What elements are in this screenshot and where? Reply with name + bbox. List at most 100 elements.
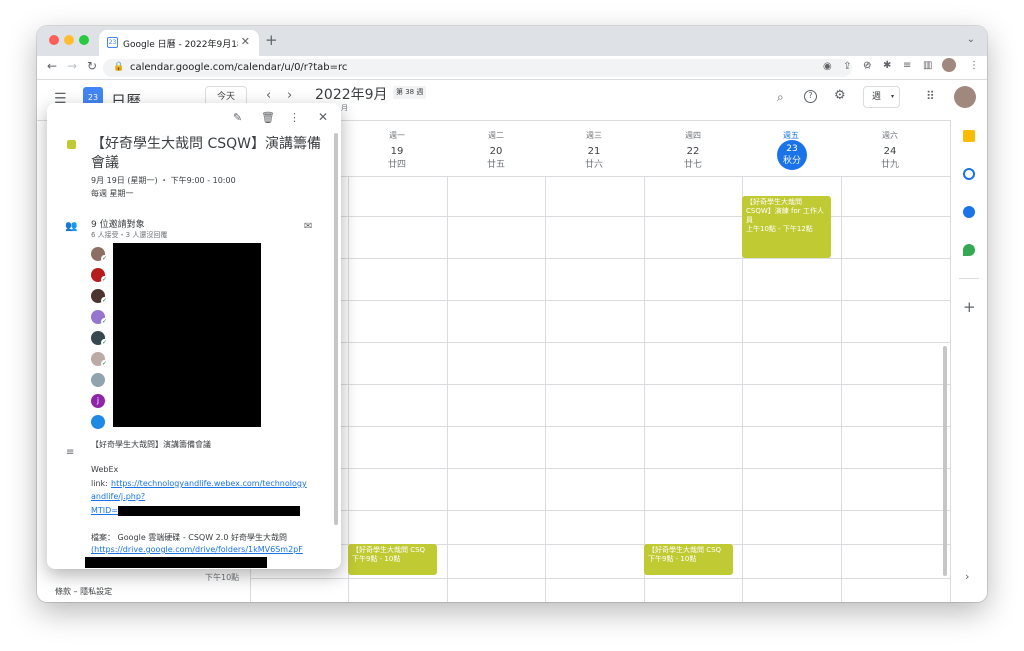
event-prep-meeting-thu[interactable]: 【好奇學生大哉問 CSQ 下午9點 - 10點 [644,544,733,575]
lock-icon: 🔒 [113,62,125,72]
accepted-check-icon: ✓ [101,255,108,262]
dropdown-arrow-icon: ▾ [890,93,894,100]
month-title: 2022年9月 [315,87,388,103]
account-avatar[interactable] [954,86,976,108]
calendar-favicon-icon: 23 [107,37,118,48]
event-prep-meeting-mon[interactable]: 【好奇學生大哉問 CSQ 下午9點 - 10點 [348,544,437,575]
minimize-window-button[interactable] [64,35,74,45]
popup-scrollbar[interactable] [334,133,338,525]
today-date-circle[interactable]: 23 秋分 [777,140,807,170]
day-of-week-1: 週一 [389,131,405,140]
keep-icon[interactable] [963,130,975,142]
day-number-4[interactable]: 22 [644,146,742,157]
puzzle-icon[interactable]: ✱ [883,60,891,71]
guests-status: 6 人接受・3 人還沒回覆 [91,231,168,239]
lunar-date-3: 廿六 [584,160,603,170]
grid-column-line [348,176,349,602]
close-window-button[interactable] [49,35,59,45]
event-detail-popup: ✎ 🗑 ⋮ ✕ 【好奇學生大哉問 CSQW】演講籌備會議 9月 19日 (星期一… [47,103,341,569]
event-rehearsal[interactable]: 【好奇學生大哉問 CSQW】演練 for 工作人員 上午10點 - 下午12點 [742,196,831,258]
today-lunar-date: 秋分 [782,156,801,166]
forward-icon[interactable]: → [67,59,77,73]
maps-icon[interactable] [963,244,975,256]
grid-column-line [545,176,546,602]
webex-url-line-1[interactable]: https://technologyandlife.webex.com/tech… [111,479,307,488]
settings-gear-icon[interactable]: ⚙ [834,88,846,103]
contacts-icon[interactable] [963,206,975,218]
next-week-icon[interactable]: › [287,88,292,103]
extension-icon[interactable]: ⊘ [863,60,871,71]
eye-icon[interactable]: ◉ [823,61,832,72]
event-color-swatch [67,140,76,149]
side-panel-icon[interactable]: ▥ [923,60,932,71]
tab-search-chevron-icon[interactable]: ⌄ [967,34,975,45]
accepted-check-icon: ✓ [101,297,108,304]
view-select[interactable]: 週 ▾ [863,86,900,108]
attendee-avatar[interactable] [91,415,105,429]
lunar-date-1: 廿四 [387,160,406,170]
add-addon-icon[interactable]: + [963,298,976,316]
grid-hour-line [250,510,950,511]
prev-week-icon[interactable]: ‹ [266,88,271,103]
new-tab-button[interactable]: + [265,31,278,49]
help-icon[interactable]: ? [804,90,817,103]
grid-column-line [841,176,842,602]
day-number-6[interactable]: 24 [841,146,939,157]
guests-count: 9 位邀請對象 [91,220,145,230]
webex-url-line-2[interactable]: andlife/j.php? [91,492,145,501]
expand-panel-chevron-icon[interactable]: › [965,570,969,583]
edit-icon[interactable]: ✎ [233,111,242,124]
accepted-check-icon: ✓ [101,318,108,325]
back-icon[interactable]: ← [47,59,57,73]
reload-icon[interactable]: ↻ [87,59,97,73]
grid-hour-line [250,578,950,579]
reading-list-icon[interactable]: ≡ [903,60,911,71]
delete-icon[interactable]: 🗑 [261,111,275,124]
profile-avatar[interactable] [942,58,956,72]
grid-hour-line [250,258,950,259]
lunar-date-2: 廿五 [486,160,505,170]
browser-tab[interactable]: 23 Google 日曆 - 2022年9月18日 ( ✕ [99,30,259,56]
search-icon[interactable]: ⌕ [777,90,784,105]
url-text: calendar.google.com/calendar/u/0/r?tab=r… [130,62,348,73]
grid-hour-line [250,300,950,301]
day-of-week-6: 週六 [882,131,898,140]
side-panel-divider [959,278,979,279]
accepted-check-icon: ✓ [101,339,108,346]
email-guests-icon[interactable]: ✉ [304,221,312,232]
close-popup-icon[interactable]: ✕ [318,110,328,124]
event-title: 【好奇學生大哉問 CSQW】演講籌備會議 [91,136,321,171]
attendee-avatar[interactable]: j [91,394,105,408]
apps-grid-icon[interactable]: ⠿ [926,89,935,103]
day-number-3[interactable]: 21 [545,146,643,157]
side-panel: + › [950,120,987,602]
close-tab-icon[interactable]: ✕ [241,35,250,48]
day-of-week-4: 週四 [685,131,701,140]
day-number-1[interactable]: 19 [348,146,446,157]
grid-hour-line [250,216,950,217]
event-recurrence: 每週 星期一 [91,189,134,198]
terms-privacy-link[interactable]: 條款 – 隱私設定 [55,586,112,597]
day-number-2[interactable]: 20 [447,146,545,157]
zoom-window-button[interactable] [79,35,89,45]
webex-link-label: link: [91,479,108,488]
all-day-divider [250,176,950,177]
more-options-icon[interactable]: ⋮ [289,111,300,124]
grid-column-line [447,176,448,602]
redacted-meeting-id [118,506,300,516]
webex-url-line-3[interactable]: MTID= [91,506,118,515]
browser-menu-icon[interactable]: ⋮ [969,60,979,71]
grid-scrollbar[interactable] [943,346,947,576]
week-number-badge: 第 38 週 [393,86,427,99]
grid-column-line [644,176,645,602]
drive-url[interactable]: (https://drive.google.com/drive/folders/… [91,545,303,554]
tasks-icon[interactable] [963,168,975,180]
event-title: 【好奇學生大哉問 CSQ [352,546,426,554]
guests-icon: 👥 [65,221,78,232]
grid-hour-line [250,384,950,385]
event-title: 【好奇學生大哉問 CSQW】演練 for 工作人員 [746,198,824,224]
attendee-avatar[interactable] [91,373,105,387]
browser-toolbar: ← → ↻ 🔒 calendar.google.com/calendar/u/0… [37,56,987,80]
address-bar[interactable]: 🔒 calendar.google.com/calendar/u/0/r?tab… [103,59,872,77]
share-icon[interactable]: ⇪ [843,61,851,72]
